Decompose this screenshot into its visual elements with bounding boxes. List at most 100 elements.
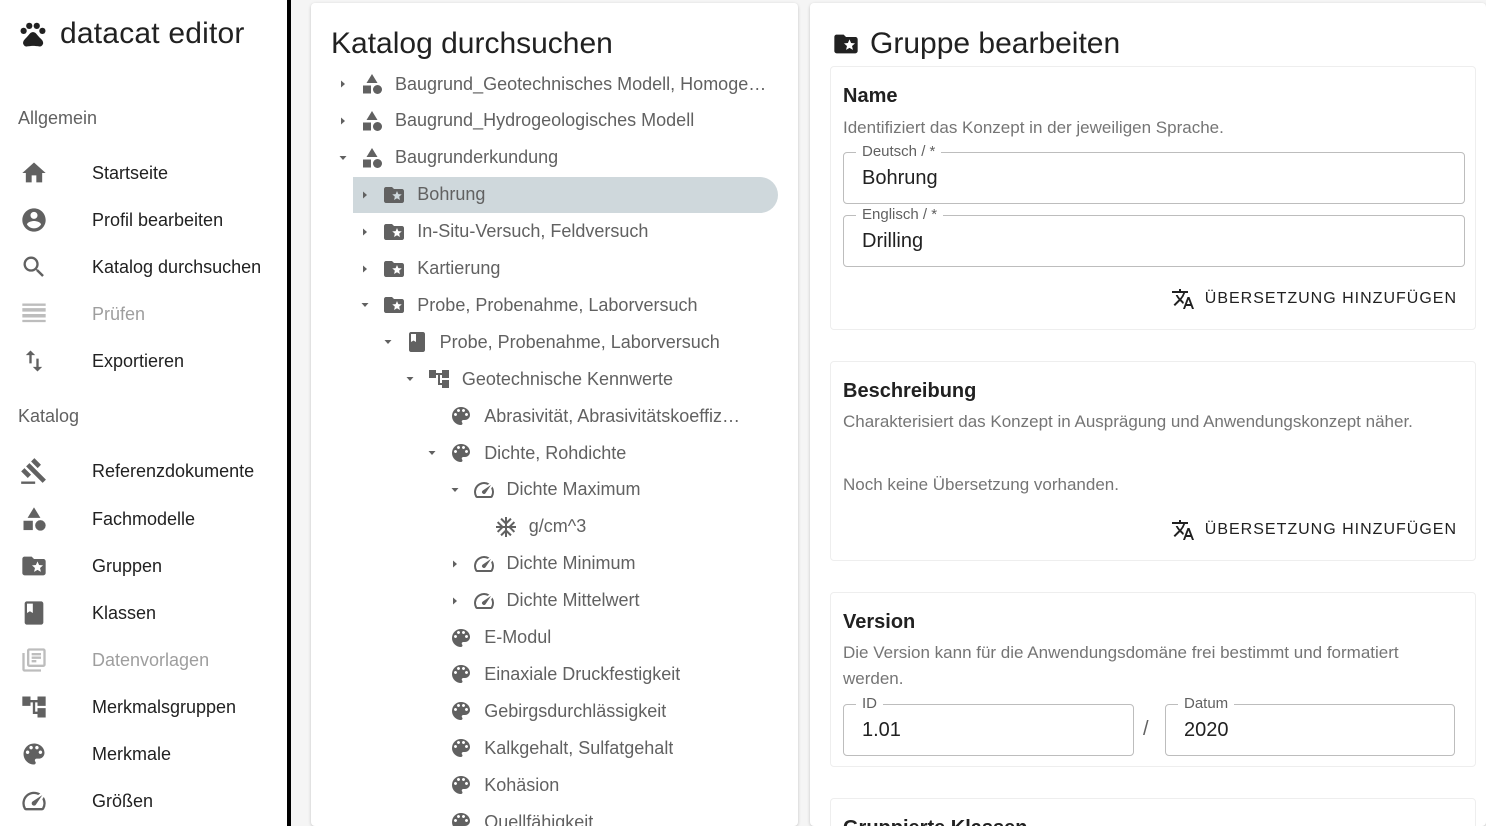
tree-node[interactable]: Dichte Mittelwert [445, 583, 772, 619]
nav-label: Größen [92, 790, 154, 811]
folder-star-icon [834, 34, 858, 54]
tree-node[interactable]: Geotechnische Kennwerte [400, 361, 771, 397]
add-translation-button[interactable]: ÜBERSETZUNG HINZUFÜGEN [1171, 287, 1457, 311]
palette-icon [448, 735, 474, 761]
account-circle-icon [19, 205, 49, 235]
shapes-icon [359, 145, 385, 171]
tree-node-label: E-Modul [484, 627, 552, 647]
description-heading: Beschreibung [843, 380, 977, 402]
name-card: Name Identifiziert das Konzept in der je… [830, 66, 1476, 330]
caret-down-icon[interactable] [333, 148, 353, 168]
tree-node[interactable]: Baugrund_Hydrogeologisches Modell [333, 103, 771, 139]
tree-node[interactable]: Probe, Probenahme, Laborversuch [378, 324, 771, 360]
folder-star-icon [19, 551, 49, 581]
tree-node[interactable]: E-Modul [422, 620, 771, 656]
home-icon [19, 158, 49, 188]
tree-node[interactable]: Gebirgsdurchlässigkeit [422, 693, 771, 729]
english-name-field[interactable]: Englisch / * Drilling [843, 206, 1465, 267]
version-card: Version Die Version kann für die Anwendu… [830, 592, 1476, 767]
speed-icon [471, 551, 497, 577]
caret-right-icon[interactable] [355, 185, 375, 205]
nav-item-startseite[interactable]: Startseite [0, 153, 287, 193]
tree-node[interactable]: Baugrunderkundung [333, 140, 771, 176]
tree-node-label: Bohrung [417, 184, 486, 205]
list-check-icon [19, 299, 49, 329]
tree-node-label: Kalkgehalt, Sulfatgehalt [484, 737, 674, 758]
nav-item-exportieren[interactable]: Exportieren [0, 341, 287, 381]
add-translation-label: ÜBERSETZUNG HINZUFÜGEN [1204, 521, 1457, 538]
nav-label: Startseite [92, 162, 169, 183]
add-translation-button[interactable]: ÜBERSETZUNG HINZUFÜGEN [1171, 518, 1457, 542]
tree-node-label: Baugrunderkundung [395, 147, 559, 168]
version-id-label: ID [856, 695, 883, 712]
name-description: Identifiziert das Konzept in der jeweili… [843, 118, 1224, 137]
nav-item-groessen[interactable]: Größen [0, 781, 287, 821]
german-name-field[interactable]: Deutsch / * Bohrung [843, 143, 1465, 204]
tree-node[interactable]: Probe, Probenahme, Laborversuch [355, 287, 771, 323]
caret-right-icon[interactable] [333, 74, 353, 94]
nav-item-merkmale[interactable]: Merkmale [0, 734, 287, 774]
tree-node[interactable]: Kalkgehalt, Sulfatgehalt [422, 730, 771, 766]
english-name-value: Drilling [862, 230, 924, 252]
caret-down-icon[interactable] [355, 295, 375, 315]
tree-node[interactable]: Bohrung [353, 176, 778, 213]
version-separator: / [1143, 718, 1149, 740]
nav-item-gruppen[interactable]: Gruppen [0, 546, 287, 586]
nav-item-merkmalsgruppen[interactable]: Merkmalsgruppen [0, 687, 287, 727]
nav-item-pruefen[interactable]: Prüfen [0, 294, 287, 334]
tree-node[interactable]: Kohäsion [422, 767, 771, 803]
nav-label: Profil bearbeiten [92, 209, 224, 230]
caret-right-icon[interactable] [333, 111, 353, 131]
section-label-general: Allgemein [18, 108, 98, 128]
nav-item-datenvorlagen[interactable]: Datenvorlagen [0, 640, 287, 680]
nav-item-referenzdokumente[interactable]: Referenzdokumente [0, 451, 287, 491]
german-name-value: Bohrung [862, 167, 938, 189]
tree-node[interactable]: Kartierung [355, 251, 771, 287]
library-icon [19, 645, 49, 675]
palette-icon [448, 772, 474, 798]
nav-label: Gruppen [92, 555, 163, 576]
nav-item-fachmodelle[interactable]: Fachmodelle [0, 499, 287, 539]
tree-node[interactable]: Dichte Minimum [445, 546, 772, 582]
version-heading: Version [843, 611, 916, 633]
caret-right-icon[interactable] [355, 259, 375, 279]
caret-down-icon[interactable] [422, 443, 442, 463]
tree-node[interactable]: Baugrund_Geotechnisches Modell, Homoge… [333, 66, 771, 102]
tree-node[interactable]: Dichte, Rohdichte [422, 435, 771, 471]
tree-node[interactable]: Abrasivität, Abrasivitätskoeffiz… [422, 398, 771, 434]
version-id-field[interactable]: ID 1.01 [843, 695, 1134, 756]
tree-node[interactable]: In-Situ-Versuch, Feldversuch [355, 214, 771, 250]
caret-down-icon[interactable] [400, 369, 420, 389]
caret-down-icon[interactable] [378, 332, 398, 352]
caret-right-icon[interactable] [445, 554, 465, 574]
nav-label: Referenzdokumente [92, 460, 255, 481]
nav-item-profil[interactable]: Profil bearbeiten [0, 200, 287, 240]
tree-node[interactable]: Dichte Maximum [445, 472, 772, 508]
tree-node-label: In-Situ-Versuch, Feldversuch [417, 221, 649, 242]
caret-right-icon[interactable] [445, 591, 465, 611]
nav-item-katalog-durchsuchen[interactable]: Katalog durchsuchen [0, 247, 287, 287]
palette-icon [448, 698, 474, 724]
tree-node-label: Dichte Maximum [506, 479, 641, 500]
tree-node[interactable]: Einaxiale Druckfestigkeit [422, 656, 771, 692]
tree-node-label: Kartierung [417, 258, 501, 278]
version-date-value: 2020 [1184, 719, 1229, 741]
palette-icon [448, 809, 474, 826]
nav-label: Exportieren [92, 350, 185, 371]
app-title[interactable]: datacat editor [18, 14, 245, 54]
folder-star-icon [381, 219, 407, 245]
catalog-title: Katalog durchsuchen [331, 27, 613, 60]
description-text: Charakterisiert das Konzept in Ausprägun… [843, 412, 1413, 431]
tree-node[interactable]: Quellfähigkeit [422, 804, 771, 826]
tree-node[interactable]: g/cm^3 [467, 509, 771, 545]
nav-item-klassen[interactable]: Klassen [0, 593, 287, 633]
shapes-icon [359, 71, 385, 97]
caret-down-icon[interactable] [445, 480, 465, 500]
version-date-field[interactable]: Datum 2020 [1165, 695, 1455, 756]
caret-right-icon[interactable] [355, 222, 375, 242]
editor-header: Gruppe bearbeiten [832, 27, 1120, 61]
